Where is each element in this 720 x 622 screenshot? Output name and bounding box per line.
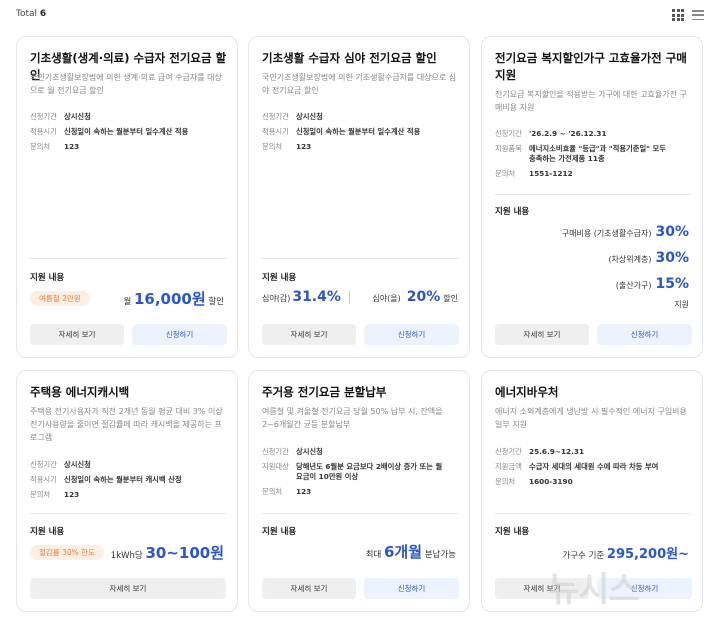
divider: [30, 513, 226, 514]
separator: [348, 290, 350, 304]
total-count: Total 6: [16, 9, 47, 19]
detail-button[interactable]: 자세히 보기: [495, 324, 589, 345]
detail-button[interactable]: 자세히 보기: [30, 578, 226, 599]
view-toggle: [672, 9, 704, 21]
card-description: 여름철 및 겨울철 전기요금 당월 50% 납부 시, 잔액을 2~6개월간 균…: [262, 407, 443, 429]
detail-button[interactable]: 자세히 보기: [30, 324, 124, 345]
detail-button[interactable]: 자세히 보기: [262, 578, 356, 599]
grid-view-icon[interactable]: [672, 9, 684, 21]
results-toolbar: Total 6: [16, 9, 704, 23]
apply-button[interactable]: 신청하기: [132, 324, 227, 345]
benefit-line-tail: 지원: [674, 300, 689, 309]
benefit-amount: 월 16,000원 할인: [123, 290, 224, 308]
benefit-lines: 구매비용 (기초생활수급자) 30% (차상위계층) 30% (출산가구) 15% 지…: [562, 220, 689, 312]
divider: [495, 513, 691, 514]
benefit-card: 주택용 에너지캐시백 주택용 전기사용자가 직전 2개년 동월 평균 대비 3%…: [16, 370, 238, 612]
card-info: 신청기간 상시신청 적용시기 신청일이 속하는 월분부터 캐시백 산정 문의처 123: [30, 460, 182, 499]
divider: [30, 258, 226, 259]
card-description: 에너지 소외계층에게 냉난방 시 필수적인 에너지 구입비용 일부 지원: [495, 407, 687, 429]
card-title: 전기요금 복지할인가구 고효율가전 구매지원: [495, 51, 687, 82]
card-title: 주거용 전기요금 분할납부: [262, 385, 387, 399]
benefit-line: (출산가구) 15%: [615, 276, 689, 292]
card-info: 신청기간 상시신청 지원대상 당해년도 6월분 요금보다 2배이상 증가 또는 월요…: [262, 447, 443, 496]
card-info: 신청기간 상시신청 적용시기 신청일이 속하는 월분부터 일수계산 적용 문의처 12…: [30, 112, 189, 151]
benefit-card: 기초생활(생계·의료) 수급자 전기요금 할인 국민기초생활보장법에 의한 생계…: [16, 36, 238, 358]
support-label: 지원 내용: [30, 273, 65, 283]
divider: [262, 258, 458, 259]
card-title: 주택용 에너지캐시백: [30, 385, 130, 399]
card-description: 국민기초생활보장법에 의한 생계·의료 급여 수급자를 대상으로 월 전기요금 …: [30, 73, 222, 95]
apply-button[interactable]: 신청하기: [364, 324, 459, 345]
benefit-tag: 절감률 30% 한도: [30, 545, 104, 560]
divider: [262, 513, 458, 514]
support-label: 지원 내용: [262, 527, 297, 537]
card-description: 전기요금 복지할인을 적용받는 가구에 대한 고효율가전 구매비용 지원: [495, 90, 687, 112]
detail-button[interactable]: 자세히 보기: [262, 324, 356, 345]
benefit-line: (차상위계층) 30%: [608, 250, 689, 266]
card-title: 기초생활 수급자 심야 전기요금 할인: [262, 51, 437, 65]
card-info: 신청기간 상시신청 적용시기 신청일이 속하는 월분부터 일수계산 적용 문의처 12…: [262, 112, 421, 151]
support-label: 지원 내용: [495, 527, 530, 537]
benefit-amount: 가구수 기준 295,200원~: [562, 547, 689, 562]
card-info: 신청기간 '26.2.9 ~ '26.12.31 지원품목 에너지소비효율 "등급"…: [495, 129, 666, 178]
apply-button[interactable]: 신청하기: [597, 324, 692, 345]
support-label: 지원 내용: [495, 207, 530, 217]
benefit-card: 기초생활 수급자 심야 전기요금 할인 국민기초생활보장법에 의한 기초생활수급…: [248, 36, 470, 358]
list-view-icon[interactable]: [692, 9, 704, 21]
benefit-line: 구매비용 (기초생활수급자) 30%: [561, 224, 689, 240]
watermark: 뉴시스: [548, 570, 640, 610]
support-label: 지원 내용: [262, 273, 297, 283]
apply-button[interactable]: 신청하기: [364, 578, 459, 599]
card-info: 신청기간 25.6.9~12.31 지원금액 수급자 세대의 세대원 수에 따라 차…: [495, 447, 659, 486]
card-description: 국민기초생활보장법에 의한 기초생활수급자를 대상으로 심야 전기요금 할인: [262, 73, 457, 95]
benefit-amount: 1kWh당 30~100원: [110, 544, 224, 562]
benefit-amount: 최대 6개월 분납가능: [365, 543, 456, 561]
support-label: 지원 내용: [30, 527, 65, 537]
benefit-card: 전기요금 복지할인가구 고효율가전 구매지원 전기요금 복지할인을 적용받는 가…: [481, 36, 703, 358]
card-description: 주택용 전기사용자가 직전 2개년 동월 평균 대비 3% 이상 전기사용량을 …: [30, 407, 223, 442]
benefit-card: 주거용 전기요금 분할납부 여름철 및 겨울철 전기요금 당월 50% 납부 시…: [248, 370, 470, 612]
benefit-tag: 여름철 2만원: [30, 291, 90, 306]
divider: [495, 194, 691, 195]
card-title: 에너지바우처: [495, 385, 559, 399]
benefit-split: 심야(갑) 31.4% 심야(을) 20% 할인: [262, 289, 458, 305]
